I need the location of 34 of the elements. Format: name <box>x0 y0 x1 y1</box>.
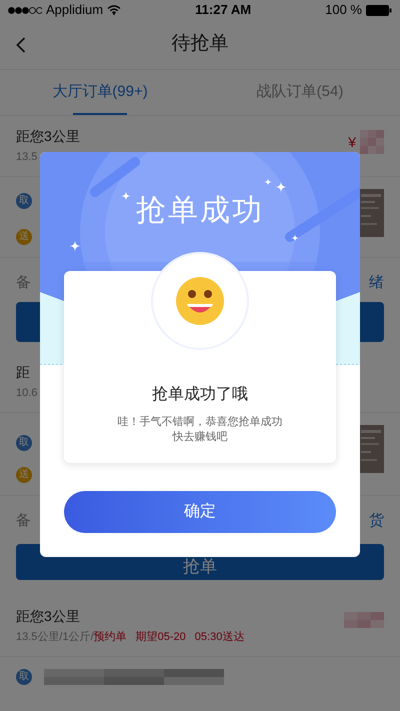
order-distance: 距 <box>16 363 30 382</box>
back-icon[interactable] <box>16 37 26 53</box>
banner-title: 抢单成功 <box>136 193 264 229</box>
tab[interactable]: 战队订单(54) <box>200 70 400 115</box>
price-symbol: ¥ <box>348 132 356 152</box>
order-tag: 05:30送达 <box>194 629 244 646</box>
tab[interactable]: 大厅订单(99+) <box>0 70 200 115</box>
remark-label: 备 <box>16 272 31 292</box>
confirm-button[interactable]: 确定 <box>64 491 336 533</box>
order-distance: 距您3公里 <box>16 127 80 146</box>
carrier-name: Applidium <box>46 1 104 20</box>
order-tag: 预约单 <box>94 629 127 646</box>
order-distance: 距您3公里 <box>16 607 80 626</box>
battery-icon <box>366 4 392 16</box>
pickup-badge: 取 <box>16 434 32 450</box>
status-time: 11:27 AM <box>195 1 252 20</box>
order-status: 绪 <box>369 272 384 292</box>
wifi-icon <box>107 5 122 15</box>
battery-level: 100 % <box>325 1 362 20</box>
dialog-message: 哇！手气不错啊，恭喜您抢单成功 <box>118 415 282 430</box>
pickup-badge: 取 <box>16 668 32 684</box>
delivery-badge: 送 <box>16 466 32 482</box>
pickup-badge: 取 <box>16 192 32 208</box>
delivery-badge: 送 <box>16 228 32 244</box>
dialog-message: 快去赚钱吧 <box>172 430 228 445</box>
order-tag: 期望05-20 <box>136 629 186 646</box>
remark-label: 备 <box>16 510 31 530</box>
order-details: 13.5公里/1公斤/ <box>16 630 94 645</box>
order-status: 货 <box>369 510 384 530</box>
dialog-heading: 抢单成功了哦 <box>152 384 248 405</box>
page-title: 待抢单 <box>172 32 228 56</box>
order-details: 10.6 <box>16 386 38 401</box>
order-details: 13.5 <box>16 150 38 165</box>
signal-icon <box>8 6 42 14</box>
